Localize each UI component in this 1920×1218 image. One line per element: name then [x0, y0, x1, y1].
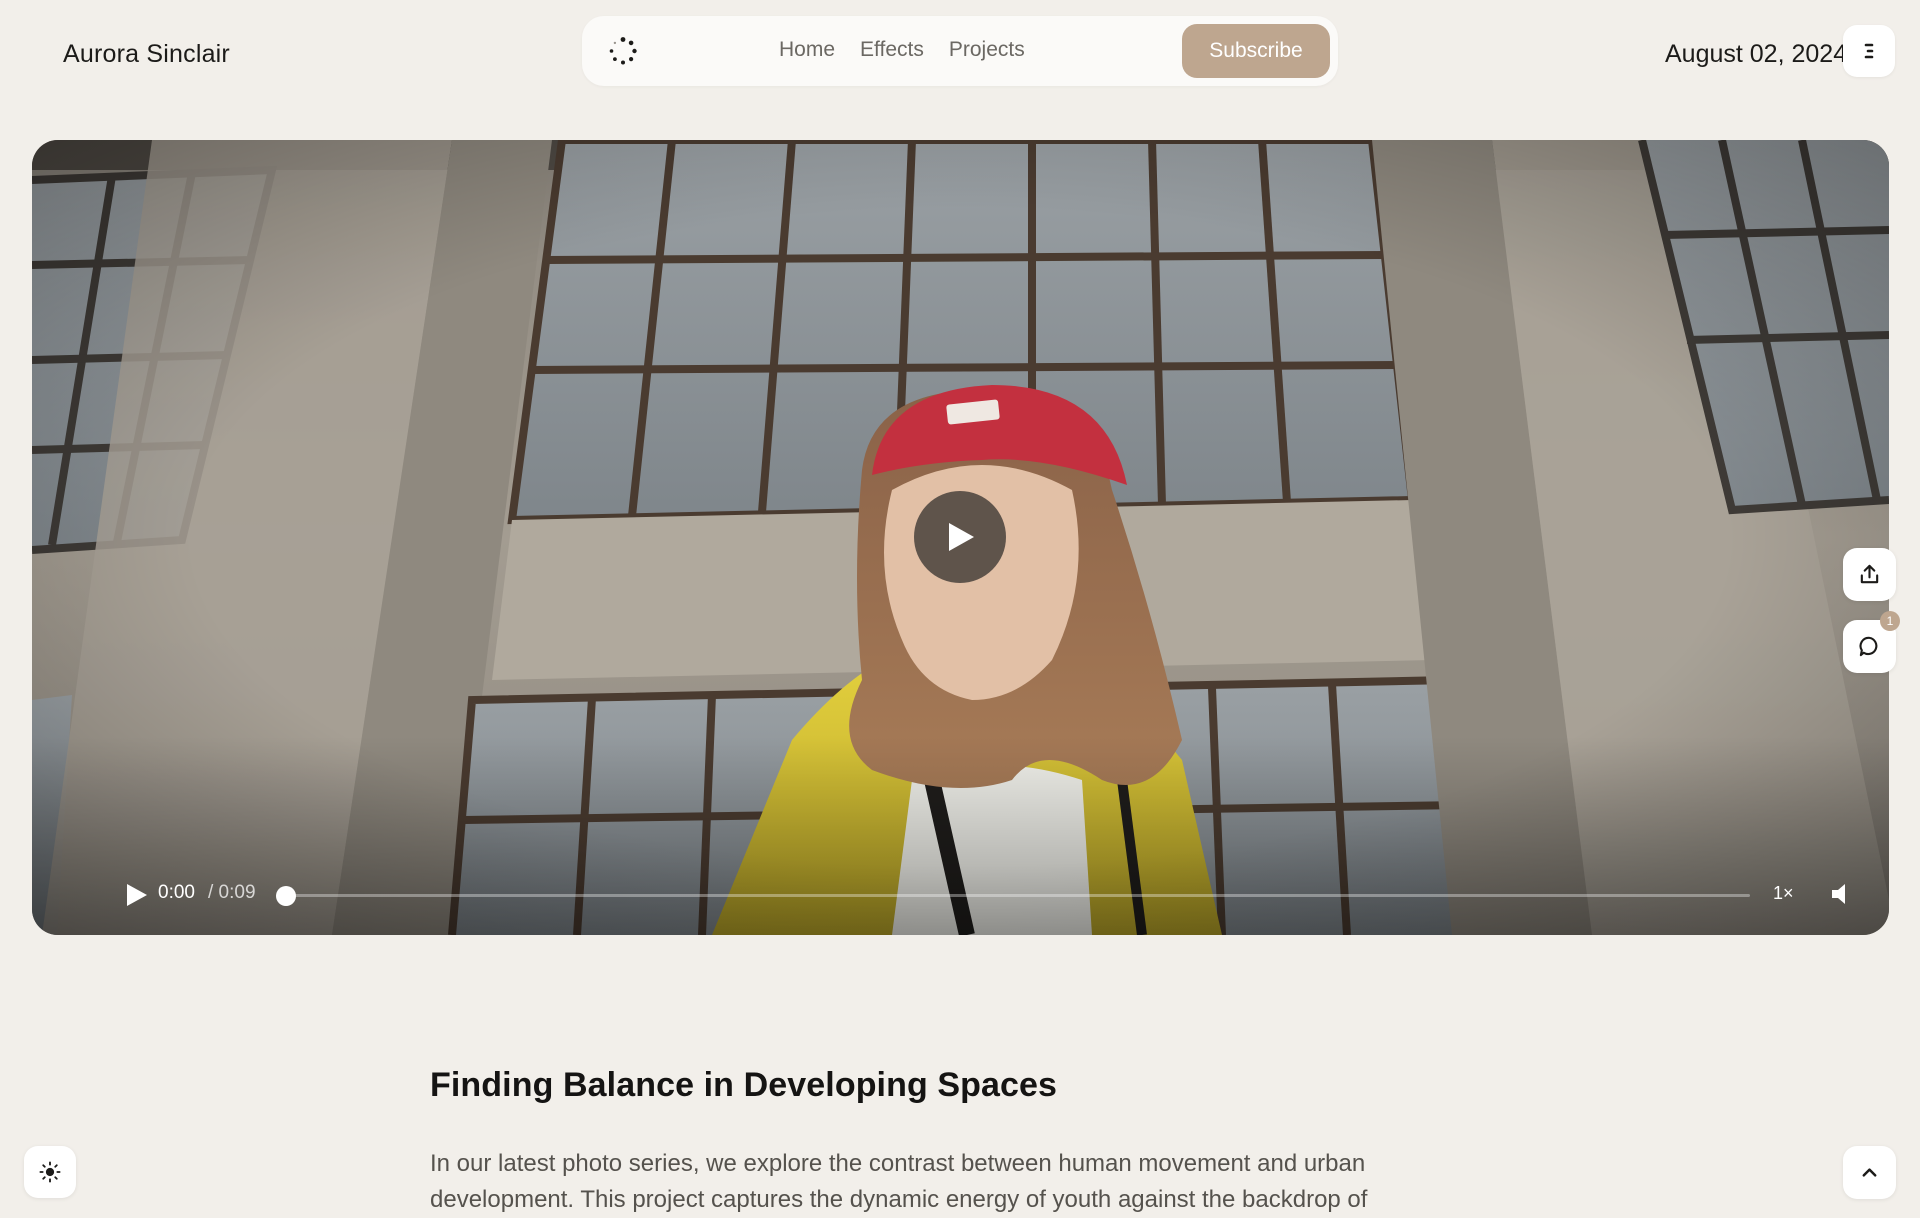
back-to-top-button[interactable] — [1843, 1146, 1896, 1199]
progress-thumb[interactable] — [276, 886, 296, 906]
theme-toggle-button[interactable] — [24, 1146, 76, 1198]
sun-icon — [39, 1161, 61, 1183]
volume-icon[interactable] — [1830, 882, 1854, 906]
menu-icon — [1864, 43, 1874, 59]
current-time: 0:00 — [158, 882, 195, 903]
nav-links: Home Effects Projects — [779, 38, 1025, 62]
nav-link-projects[interactable]: Projects — [949, 38, 1025, 62]
chevron-up-icon — [1862, 1168, 1877, 1177]
video-player[interactable]: 0:00 / 0:09 1× — [32, 140, 1889, 935]
play-icon[interactable] — [124, 883, 148, 907]
subscribe-button[interactable]: Subscribe — [1182, 24, 1330, 78]
duration: / 0:09 — [208, 882, 256, 903]
share-button[interactable] — [1843, 548, 1896, 601]
nav-link-effects[interactable]: Effects — [860, 38, 924, 62]
comment-icon — [1859, 636, 1878, 657]
video-controls: 0:00 / 0:09 1× — [90, 882, 1849, 906]
article-title: Finding Balance in Developing Spaces — [430, 1066, 1058, 1104]
brand-name[interactable]: Aurora Sinclair — [63, 40, 230, 69]
loader-ring-icon[interactable] — [608, 36, 638, 66]
top-navigation: Home Effects Projects Subscribe — [582, 16, 1338, 86]
article-body: In our latest photo series, we explore t… — [430, 1150, 1368, 1213]
comment-count-badge: 1 — [1880, 611, 1900, 631]
center-play-button[interactable] — [914, 491, 1006, 583]
post-date: August 02, 2024 — [1665, 40, 1848, 68]
progress-track[interactable] — [278, 894, 1750, 897]
play-icon — [949, 523, 974, 551]
share-icon — [1860, 564, 1879, 584]
nav-link-home[interactable]: Home — [779, 38, 835, 62]
playback-speed[interactable]: 1× — [1773, 883, 1794, 904]
menu-button[interactable] — [1843, 25, 1895, 77]
